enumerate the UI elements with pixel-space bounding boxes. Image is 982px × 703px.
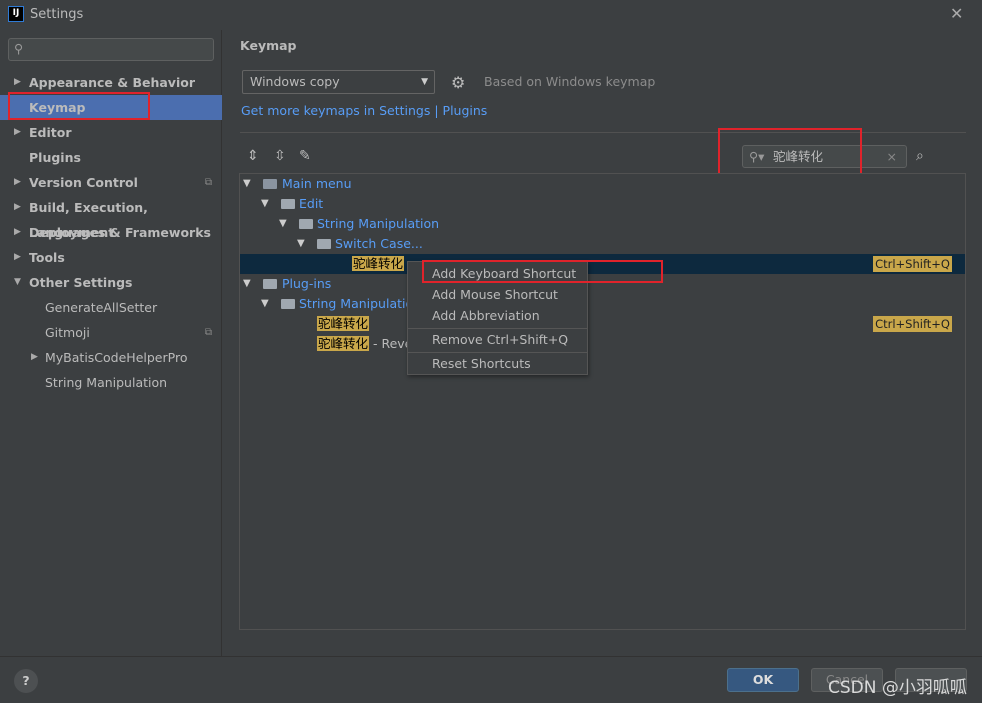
folder-icon	[299, 219, 313, 229]
edit-pencil-icon[interactable]: ✎	[299, 148, 311, 164]
intellij-logo-icon: IJ	[8, 6, 24, 22]
collapse-all-icon[interactable]: ⇳	[274, 148, 286, 164]
expand-arrow-icon: ▶	[14, 227, 21, 237]
folder-icon	[281, 299, 295, 309]
sidebar-item-editor[interactable]: ▶ Editor	[0, 120, 222, 145]
gear-icon[interactable]: ⚙	[451, 73, 465, 92]
find-shortcut-icon[interactable]: ⌕	[916, 148, 924, 164]
sidebar-item-tools[interactable]: ▶ Tools	[0, 245, 222, 270]
sidebar-item-plugins[interactable]: Plugins	[0, 145, 222, 170]
collapse-arrow-icon: ▼	[243, 178, 251, 189]
folder-icon	[317, 239, 331, 249]
sidebar-item-other-settings[interactable]: ▼ Other Settings	[0, 270, 222, 295]
expand-all-icon[interactable]: ⇕	[247, 148, 259, 164]
window-title: Settings	[30, 7, 84, 22]
collapse-arrow-icon: ▼	[243, 278, 251, 289]
based-on-label: Based on Windows keymap	[484, 74, 656, 89]
collapse-arrow-icon: ▼	[279, 218, 287, 229]
expand-arrow-icon: ▶	[14, 252, 21, 262]
settings-search-input[interactable]: ⚲	[8, 38, 214, 61]
sidebar-item-gitmoji[interactable]: Gitmoji ⧉	[0, 320, 222, 345]
expand-arrow-icon: ▶	[14, 177, 21, 187]
tree-node-plugin-action-reverse[interactable]: 驼峰转化 - Reve	[240, 334, 965, 354]
page-title: Keymap	[240, 38, 297, 53]
project-scope-icon: ⧉	[204, 177, 212, 188]
shortcut-badge: Ctrl+Shift+Q	[873, 316, 952, 332]
menu-separator	[408, 328, 587, 329]
tree-node-switch-case[interactable]: ▼ Switch Case...	[240, 234, 965, 254]
menu-icon	[263, 179, 277, 189]
project-scope-icon: ⧉	[204, 327, 212, 338]
clear-icon[interactable]: ×	[887, 146, 897, 167]
sidebar-item-string-manipulation[interactable]: String Manipulation	[0, 370, 222, 395]
settings-sidebar: ⚲ ▶ Appearance & Behavior Keymap ▶ Editor …	[0, 30, 222, 656]
sidebar-item-languages[interactable]: ▶ Languages & Frameworks	[0, 220, 222, 245]
collapse-arrow-icon: ▼	[261, 198, 269, 209]
chevron-down-icon: ▼	[421, 77, 428, 87]
menu-item-remove-shortcut[interactable]: Remove Ctrl+Shift+Q	[432, 332, 568, 347]
sidebar-item-build[interactable]: ▶ Build, Execution, Deployment	[0, 195, 222, 240]
keymap-tree: ▼ Main menu ▼ Edit ▼ String Manipulation ▼ S…	[239, 173, 966, 630]
tree-node-main-menu[interactable]: ▼ Main menu	[240, 174, 965, 194]
folder-icon	[263, 279, 277, 289]
tree-node-edit[interactable]: ▼ Edit	[240, 194, 965, 214]
watermark: CSDN @小羽呱呱	[828, 678, 967, 698]
help-button[interactable]: ?	[14, 669, 38, 693]
ok-button[interactable]: OK	[727, 668, 799, 692]
get-keymaps-link[interactable]: Get more keymaps in Settings | Plugins	[241, 103, 487, 118]
tree-node-string-manipulation[interactable]: ▼ String Manipulation	[240, 214, 965, 234]
collapse-arrow-icon: ▼	[261, 298, 269, 309]
collapse-arrow-icon: ▼	[14, 277, 21, 287]
tree-node-plugin-string-manipulation[interactable]: ▼ String Manipulation	[240, 294, 965, 314]
tree-node-plugin-action[interactable]: 驼峰转化 Ctrl+Shift+Q	[240, 314, 965, 334]
expand-arrow-icon: ▶	[14, 202, 21, 212]
expand-arrow-icon: ▶	[14, 127, 21, 137]
menu-item-add-abbreviation[interactable]: Add Abbreviation	[432, 308, 540, 323]
annotation-box	[718, 128, 862, 178]
sidebar-item-mybatis[interactable]: ▶ MyBatisCodeHelperPro	[0, 345, 222, 370]
keymap-select[interactable]: Windows copy ▼	[242, 70, 435, 94]
expand-arrow-icon: ▶	[31, 352, 38, 362]
menu-separator	[408, 352, 587, 353]
menu-item-reset-shortcuts[interactable]: Reset Shortcuts	[432, 356, 531, 371]
sidebar-item-generateallsetter[interactable]: GenerateAllSetter	[0, 295, 222, 320]
collapse-arrow-icon: ▼	[297, 238, 305, 249]
annotation-box	[8, 92, 150, 120]
menu-item-add-mouse-shortcut[interactable]: Add Mouse Shortcut	[432, 287, 558, 302]
title-bar: IJ Settings ✕	[0, 0, 982, 30]
folder-icon	[281, 199, 295, 209]
annotation-box	[422, 260, 663, 283]
shortcut-badge: Ctrl+Shift+Q	[873, 256, 952, 272]
close-icon[interactable]: ✕	[950, 4, 963, 23]
sidebar-item-version-control[interactable]: ▶ Version Control ⧉	[0, 170, 222, 195]
search-icon: ⚲	[14, 41, 24, 56]
